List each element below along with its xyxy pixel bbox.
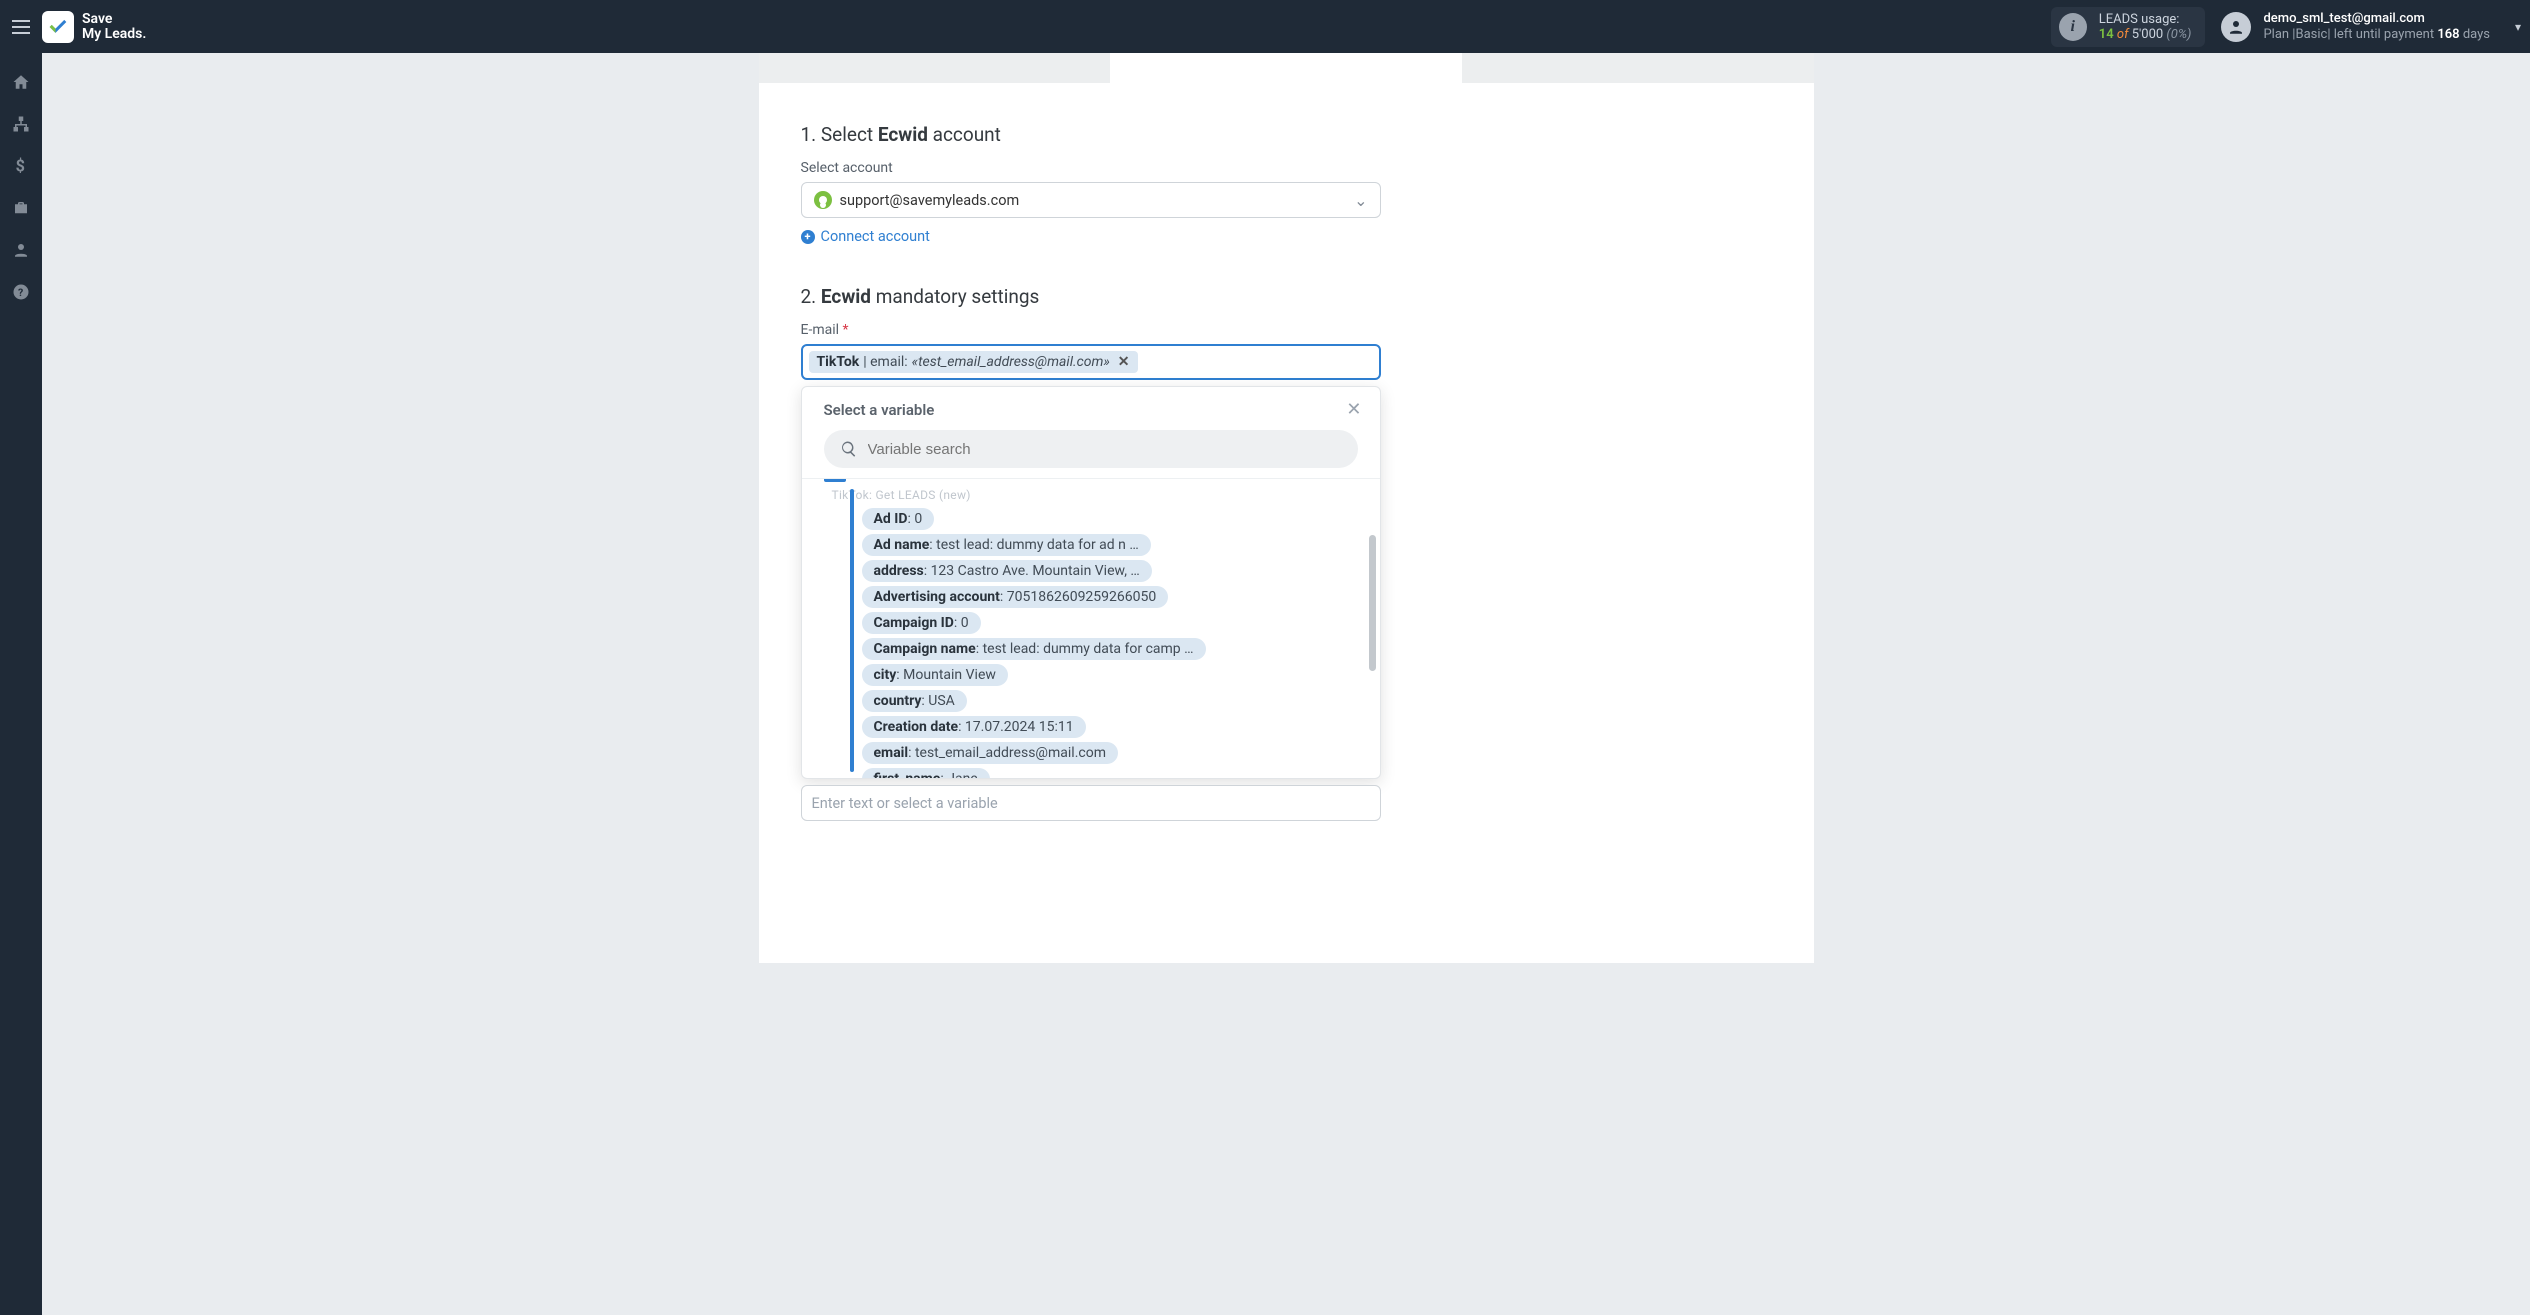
leads-usage-badge[interactable]: i LEADS usage: 14 of 5'000 (0%) [2051, 7, 2206, 47]
chevron-down-icon: ⌄ [1354, 191, 1367, 210]
scrollbar-thumb[interactable] [1369, 535, 1376, 671]
rail-billing-icon[interactable]: $ [15, 157, 27, 179]
info-icon: i [2059, 13, 2087, 41]
rail-flows-icon[interactable] [12, 115, 30, 137]
search-icon [840, 440, 858, 458]
user-text: demo_sml_test@gmail.com Plan |Basic| lef… [2263, 11, 2490, 43]
hamburger-menu-button[interactable] [0, 26, 42, 28]
picker-title: Select a variable [824, 401, 935, 419]
step2-heading: 2. Ecwid mandatory settings [801, 285, 1772, 308]
logo-icon [42, 11, 74, 43]
side-rail: $ ? [0, 53, 42, 1315]
rail-help-icon[interactable]: ? [12, 283, 30, 305]
variable-pill[interactable]: Campaign ID: 0 [862, 612, 981, 634]
source-indicator-bar [850, 489, 854, 772]
wizard-tabs [759, 53, 1814, 83]
settings-panel: 1. Select Ecwid account Select account s… [759, 83, 1814, 963]
wizard-tab-3[interactable] [1462, 53, 1814, 83]
variable-pill[interactable]: address: 123 Castro Ave. Mountain View, … [862, 560, 1152, 582]
variable-picker: Select a variable ✕ TikTok: Get LEADS (n… [801, 386, 1381, 779]
variable-pill[interactable]: email: test_email_address@mail.com [862, 742, 1118, 764]
account-icon [814, 191, 832, 209]
chip-remove-icon[interactable]: ✕ [1118, 354, 1130, 370]
variable-pill[interactable]: Creation date: 17.07.2024 15:11 [862, 716, 1086, 738]
avatar-icon [2221, 12, 2251, 42]
variable-pill[interactable]: Campaign name: test lead: dummy data for… [862, 638, 1206, 660]
user-menu[interactable]: demo_sml_test@gmail.com Plan |Basic| lef… [2221, 11, 2490, 43]
variable-pill[interactable]: first_name: Jane [862, 768, 990, 778]
rail-home-icon[interactable] [12, 73, 30, 95]
wizard-tab-1[interactable] [759, 53, 1111, 83]
variable-search-box[interactable] [824, 430, 1358, 468]
picker-close-icon[interactable]: ✕ [1346, 399, 1361, 420]
variable-pill[interactable]: Ad name: test lead: dummy data for ad n … [862, 534, 1151, 556]
step1-heading: 1. Select Ecwid account [801, 123, 1772, 146]
variable-list-scroll[interactable]: TikTok: Get LEADS (new) Ad ID: 0 Ad name:… [802, 478, 1380, 778]
account-select-value: support@savemyleads.com [840, 192, 1020, 209]
variable-search-input[interactable] [868, 441, 1342, 458]
email-chip-input[interactable]: TikTok | email: «test_email_address@mail… [801, 344, 1381, 380]
next-field-input[interactable]: Enter text or select a variable [801, 785, 1381, 821]
plus-icon: + [801, 230, 815, 244]
variable-pill[interactable]: city: Mountain View [862, 664, 1008, 686]
account-select-label: Select account [801, 160, 1772, 176]
svg-text:?: ? [18, 286, 23, 299]
chevron-down-icon[interactable]: ▾ [2506, 20, 2530, 34]
leads-usage-text: LEADS usage: 14 of 5'000 (0%) [2099, 12, 2192, 42]
wizard-tab-2[interactable] [1110, 53, 1462, 83]
connect-account-link[interactable]: + Connect account [801, 228, 1772, 245]
rail-user-icon[interactable] [12, 241, 30, 263]
svg-text:$: $ [16, 157, 25, 175]
variable-source-label: TikTok: Get LEADS (new) [832, 488, 1362, 502]
brand-text: Save My Leads. [82, 12, 146, 42]
email-variable-chip[interactable]: TikTok | email: «test_email_address@mail… [809, 351, 1138, 373]
variable-pill[interactable]: Ad ID: 0 [862, 508, 935, 530]
variable-pill[interactable]: Advertising account: 7051862609259266050 [862, 586, 1169, 608]
rail-briefcase-icon[interactable] [12, 199, 30, 221]
account-select[interactable]: support@savemyleads.com ⌄ [801, 182, 1381, 218]
topbar: Save My Leads. i LEADS usage: 14 of 5'00… [0, 0, 2530, 53]
main-canvas: 1. Select Ecwid account Select account s… [42, 53, 2530, 1315]
email-field-label: E-mail * [801, 322, 1772, 338]
brand-logo[interactable]: Save My Leads. [42, 11, 146, 43]
variable-pill[interactable]: country: USA [862, 690, 967, 712]
